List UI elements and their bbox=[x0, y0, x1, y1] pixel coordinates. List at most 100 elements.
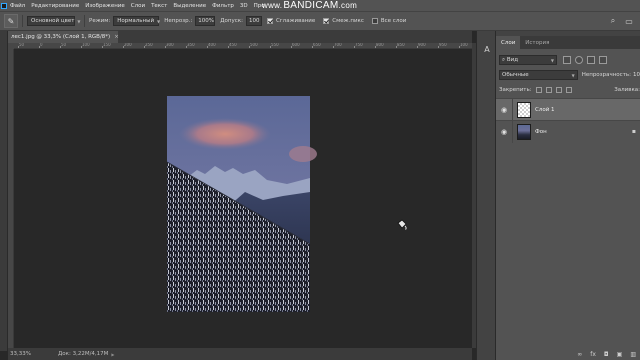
ruler-label: 50 bbox=[61, 43, 67, 47]
layer-thumbnail bbox=[517, 101, 531, 118]
blend-mode-value: Нормальный bbox=[117, 18, 155, 24]
document-tab[interactable]: лес1.jpg @ 33,3% (Слой 1, RGB/8*) × bbox=[8, 31, 119, 43]
layer-opacity-value[interactable]: 10 bbox=[633, 72, 640, 78]
eye-icon[interactable]: ◉ bbox=[499, 106, 509, 114]
ruler-tick bbox=[102, 46, 103, 48]
all-layers-label: Все слои bbox=[380, 18, 407, 24]
ruler-tick bbox=[291, 46, 292, 48]
type-filter-icon[interactable] bbox=[587, 56, 595, 64]
adjustment-filter-icon[interactable] bbox=[575, 56, 583, 64]
status-menu-arrow-icon[interactable]: ▶ bbox=[111, 352, 114, 357]
canvas-area[interactable] bbox=[14, 49, 472, 348]
layer-thumbnail bbox=[517, 123, 531, 140]
mask-icon[interactable]: ◘ bbox=[604, 351, 609, 358]
new-layer-icon[interactable]: ▣ bbox=[617, 351, 623, 358]
shape-filter-icon[interactable] bbox=[599, 56, 607, 64]
checkbox-checked-icon bbox=[266, 18, 273, 24]
close-icon[interactable]: × bbox=[114, 34, 119, 40]
collapsed-panels-strip: A bbox=[476, 31, 496, 360]
ruler-tick bbox=[144, 46, 145, 48]
menu-select[interactable]: Выделение bbox=[173, 3, 206, 9]
lock-all-icon[interactable] bbox=[565, 87, 572, 93]
fill-label: Заливка: bbox=[614, 87, 640, 93]
ruler-label: 450 bbox=[229, 43, 237, 47]
tab-history[interactable]: История bbox=[520, 36, 554, 49]
tolerance-value: 100 bbox=[248, 18, 260, 24]
ruler-label: 150 bbox=[103, 43, 111, 47]
eye-icon[interactable]: ◉ bbox=[499, 128, 509, 136]
tolerance-label: Допуск: bbox=[220, 18, 243, 24]
opacity-value: 100% bbox=[198, 18, 214, 24]
tool-options-bar: ✎ Основной цвет ▼ Режим: Нормальный ▼ Не… bbox=[0, 11, 640, 31]
brush-icon[interactable]: ✎ bbox=[4, 14, 18, 28]
layer-row[interactable]: ◉ Слой 1 bbox=[496, 98, 640, 121]
divider bbox=[84, 15, 85, 27]
document-canvas[interactable] bbox=[14, 49, 472, 348]
lock-label: Закрепить: bbox=[499, 87, 532, 93]
chevron-down-icon: ▼ bbox=[157, 18, 161, 24]
blend-mode-select[interactable]: Нормальный ▼ bbox=[113, 16, 161, 26]
lock-row: Закрепить: Заливка: bbox=[499, 84, 640, 96]
app-logo-icon bbox=[1, 2, 7, 9]
ruler-tick bbox=[438, 46, 439, 48]
menu-layers[interactable]: Слои bbox=[131, 3, 145, 9]
ruler-tick bbox=[249, 46, 250, 48]
blend-row: Обычные ▼ Непрозрачность: 10 bbox=[499, 69, 640, 81]
ruler-label: 250 bbox=[145, 43, 153, 47]
tolerance-field[interactable]: 100 bbox=[245, 16, 262, 26]
recorder-watermark: www. BANDICAM .com bbox=[262, 0, 358, 11]
lock-transparency-icon[interactable] bbox=[535, 87, 542, 93]
zoom-level[interactable]: 33,33% bbox=[8, 351, 44, 357]
layer-row[interactable]: ◉ Фон ▪ bbox=[496, 120, 640, 143]
ruler-tick bbox=[123, 46, 124, 48]
ruler-label: 50 bbox=[19, 43, 25, 47]
layer-name[interactable]: Фон bbox=[535, 129, 547, 135]
trash-icon[interactable]: ▥ bbox=[630, 351, 636, 358]
pixel-filter-icon[interactable] bbox=[563, 56, 571, 64]
tools-panel bbox=[0, 31, 8, 351]
layer-style-icon[interactable]: fx bbox=[590, 351, 596, 358]
lock-pixels-icon[interactable] bbox=[545, 87, 552, 93]
ruler-tick bbox=[39, 46, 40, 48]
search-icon[interactable]: ⌕ bbox=[608, 16, 618, 26]
divider bbox=[512, 120, 513, 143]
all-layers-checkbox[interactable]: Все слои bbox=[371, 18, 407, 24]
tab-layers[interactable]: Слои bbox=[496, 36, 521, 49]
menu-type[interactable]: Текст bbox=[151, 3, 167, 9]
menu-3d[interactable]: 3D bbox=[240, 3, 248, 9]
chevron-down-icon: ▼ bbox=[550, 57, 554, 63]
opacity-field[interactable]: 100% bbox=[195, 16, 216, 26]
panel-tabs: Слои История bbox=[496, 36, 640, 49]
link-layers-icon[interactable]: ∞ bbox=[577, 351, 582, 358]
antialias-checkbox[interactable]: Сглаживание bbox=[266, 18, 316, 24]
ruler-label: 400 bbox=[208, 43, 216, 47]
layer-opacity-label: Непрозрачность: bbox=[581, 72, 631, 78]
contiguous-checkbox[interactable]: Смеж.пикс bbox=[323, 18, 364, 24]
document-tab-title: лес1.jpg @ 33,3% (Слой 1, RGB/8*) bbox=[11, 34, 111, 40]
character-panel-icon[interactable]: A bbox=[482, 45, 492, 55]
contiguous-label: Смеж.пикс bbox=[332, 18, 364, 24]
ruler-label: 950 bbox=[439, 43, 447, 47]
menu-image[interactable]: Изображение bbox=[85, 3, 125, 9]
lock-position-icon[interactable] bbox=[555, 87, 562, 93]
menu-file[interactable]: Файл bbox=[10, 3, 25, 9]
ruler-tick bbox=[333, 46, 334, 48]
fill-source-select[interactable]: Основной цвет ▼ bbox=[27, 16, 81, 26]
layer-name[interactable]: Слой 1 bbox=[535, 107, 555, 113]
ruler-tick bbox=[18, 46, 19, 48]
layer-blend-select[interactable]: Обычные ▼ bbox=[499, 70, 578, 80]
workspace-icon[interactable]: ▭ bbox=[624, 16, 634, 26]
menu-edit[interactable]: Редактирование bbox=[31, 3, 79, 9]
ruler-label: 100 bbox=[460, 43, 468, 47]
menu-filter[interactable]: Фильтр bbox=[212, 3, 234, 9]
ruler-label: 300 bbox=[166, 43, 174, 47]
layer-filter-select[interactable]: ⌕ Вид ▼ bbox=[499, 55, 557, 65]
ruler-label: 0 bbox=[40, 43, 43, 47]
ruler-tick bbox=[459, 46, 460, 48]
antialias-label: Сглаживание bbox=[275, 18, 316, 24]
ruler-tick bbox=[207, 46, 208, 48]
paint-bucket-cursor-icon bbox=[396, 219, 408, 231]
ruler-label: 350 bbox=[187, 43, 195, 47]
ruler-tick bbox=[60, 46, 61, 48]
layers-panel-footer: ∞ fx ◘ ▣ ▥ bbox=[496, 349, 640, 360]
